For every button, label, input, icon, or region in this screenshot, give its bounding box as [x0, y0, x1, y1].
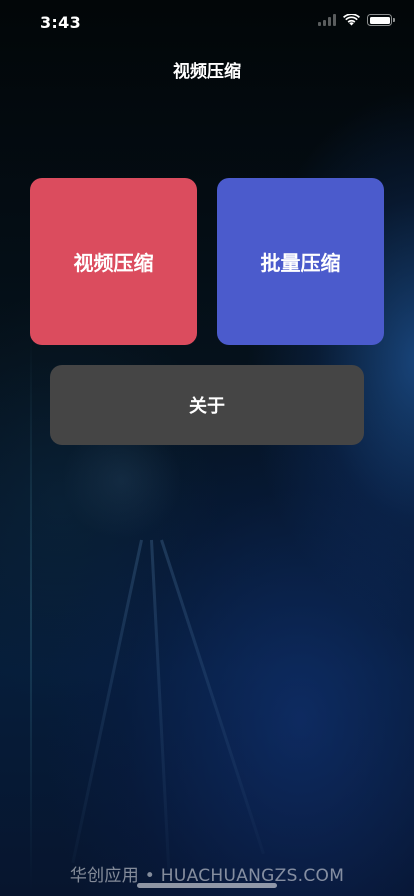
- tripod-leg: [71, 539, 143, 864]
- background-scene: [0, 0, 414, 896]
- signal-icon: [318, 14, 336, 26]
- home-indicator: [137, 883, 277, 888]
- app-screen: 3:43 视频压缩 视频压缩 批量压缩 关于 华创应用 • HUACHUANGZ…: [0, 0, 414, 896]
- status-time: 3:43: [40, 13, 81, 32]
- light-beam: [30, 330, 32, 890]
- battery-icon: [367, 14, 395, 26]
- about-button[interactable]: 关于: [50, 365, 364, 445]
- wifi-icon: [343, 14, 360, 26]
- status-icons: [318, 14, 395, 26]
- status-bar: 3:43: [0, 0, 414, 44]
- page-title: 视频压缩: [173, 62, 241, 82]
- batch-compress-button[interactable]: 批量压缩: [217, 178, 384, 345]
- tripod-leg: [160, 539, 265, 855]
- video-compress-button[interactable]: 视频压缩: [30, 178, 197, 345]
- tripod-leg: [150, 539, 171, 870]
